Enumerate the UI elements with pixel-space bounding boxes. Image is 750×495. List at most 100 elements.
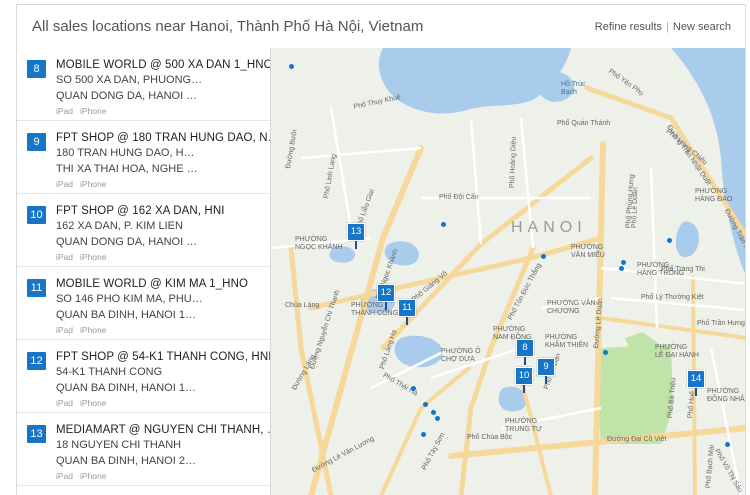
- ho-dong-da-lake: [394, 335, 443, 368]
- results-title: All sales locations near Hanoi, Thành Ph…: [32, 18, 424, 35]
- result-number-badge: 11: [27, 279, 46, 297]
- store-address-line1: 180 TRAN HUNG DAO, H…: [56, 147, 195, 159]
- map-label-pho-tran-hung-dao: Phố Trần Hưng Đạo: [697, 320, 745, 327]
- map-label-pho-trang-thi: Phố Tràng Thi: [661, 266, 705, 273]
- result-item-11[interactable]: 11 MOBILE WORLD @ KIM MA 1_HNO SO 146 PH…: [17, 267, 270, 340]
- device-iphone: iPhone: [80, 325, 107, 335]
- device-iphone: iPhone: [80, 471, 107, 481]
- map-dot-icon[interactable]: [441, 222, 446, 227]
- results-list[interactable]: 8 MOBILE WORLD @ 500 XA DAN 1_HNO SO 500…: [17, 48, 271, 495]
- map-pin-icon[interactable]: 8: [516, 339, 534, 365]
- store-address-line1: SO 146 PHO KIM MA, PHU…: [56, 293, 203, 305]
- store-address-line1: 18 NGUYEN CHI THANH: [56, 439, 182, 451]
- result-item-13[interactable]: 13 MEDIAMART @ NGUYEN CHI THANH, … 18 NG…: [17, 413, 270, 486]
- device-iphone: iPhone: [80, 106, 107, 116]
- device-iphone: iPhone: [80, 398, 107, 408]
- store-address-line2: QUAN BA DINH, HANOI 1…: [56, 309, 196, 321]
- map-dot-icon[interactable]: [619, 266, 624, 271]
- new-search-link[interactable]: New search: [673, 21, 731, 33]
- hoan-kiem-lake: [675, 221, 699, 258]
- map-dot-icon[interactable]: [621, 260, 626, 265]
- device-ipad: iPad: [56, 252, 74, 262]
- store-address-line2: THI XA THAI HOA, NGHE …: [56, 163, 198, 175]
- map-label-phuong-le-dai-hanh: PHƯỜNG LÊ ĐẠI HÀNH: [655, 344, 699, 359]
- result-item-10[interactable]: 10 FPT SHOP @ 162 XA DAN, HNI 162 XA DAN…: [17, 194, 270, 267]
- device-ipad: iPad: [56, 325, 74, 335]
- result-item-8[interactable]: 8 MOBILE WORLD @ 500 XA DAN 1_HNO SO 500…: [17, 48, 270, 121]
- map-dot-icon[interactable]: [423, 402, 428, 407]
- store-name[interactable]: MOBILE WORLD @ 500 XA DAN 1_HNO: [56, 58, 270, 72]
- map-pin-icon[interactable]: 13: [347, 223, 365, 249]
- map-dot-icon[interactable]: [667, 238, 672, 243]
- store-name[interactable]: FPT SHOP @ 54-K1 THANH CONG, HNI: [56, 350, 270, 364]
- map-dot-icon[interactable]: [603, 350, 608, 355]
- map-pin-icon[interactable]: 14: [687, 370, 705, 396]
- map-label-phuong-hang-dao: PHƯỜNG HÀNG ĐÀO: [695, 188, 733, 203]
- header-links: Refine results | New search: [595, 21, 731, 33]
- map-dot-icon[interactable]: [431, 410, 436, 415]
- map-pin-icon[interactable]: 10: [515, 367, 533, 393]
- store-name[interactable]: FPT SHOP @ 180 TRAN HUNG DAO, N…: [56, 131, 270, 145]
- store-name[interactable]: MOBILE WORLD @ KIM MA 1_HNO: [56, 277, 270, 291]
- map-label-phuong-van-chuong: PHƯỜNG VĂN CHƯƠNG: [547, 300, 596, 315]
- road-lang: [288, 245, 334, 495]
- map-label-chua-lang: Chùa Láng: [285, 302, 320, 309]
- map-label-pho-le-duan: Phố Lê Duẩn: [631, 187, 640, 229]
- device-ipad: iPad: [56, 106, 74, 116]
- store-locator-panel: All sales locations near Hanoi, Thành Ph…: [16, 4, 746, 495]
- device-list: iPad iPhone: [56, 179, 270, 189]
- map-pin-icon[interactable]: 9: [537, 358, 555, 384]
- store-address-line2: QUAN DONG DA, HANOI …: [56, 236, 198, 248]
- device-iphone: iPhone: [80, 179, 107, 189]
- result-item-12[interactable]: 12 FPT SHOP @ 54-K1 THANH CONG, HNI 54-K…: [17, 340, 270, 413]
- store-name[interactable]: FPT SHOP @ 162 XA DAN, HNI: [56, 204, 270, 218]
- device-ipad: iPad: [56, 471, 74, 481]
- map-label-pho-quan-thanh: Phố Quán Thánh: [557, 120, 611, 127]
- result-number-badge: 10: [27, 206, 46, 224]
- device-list: iPad iPhone: [56, 252, 270, 262]
- map-dot-icon[interactable]: [725, 442, 730, 447]
- road-xa-dan: [519, 376, 553, 495]
- map-dot-icon[interactable]: [421, 432, 426, 437]
- store-address-line1: 162 XA DAN, P. KIM LIEN: [56, 220, 183, 232]
- map-label-phuong-o-cho-dua: PHƯỜNG Ô CHỢ DỪA: [441, 348, 481, 363]
- link-separator: |: [666, 21, 669, 33]
- store-name[interactable]: MEDIAMART @ NGUYEN CHI THANH, …: [56, 423, 270, 437]
- store-address-line1: 54-K1 THANH CONG: [56, 366, 163, 378]
- map-label-phuong-ngoc-khanh: PHƯỜNG NGỌC KHÁNH: [295, 236, 343, 251]
- result-number-badge: 13: [27, 425, 46, 443]
- store-address-line2: QUAN BA DINH, HANOI 2…: [56, 455, 196, 467]
- device-list: iPad iPhone: [56, 106, 270, 116]
- store-address-line2: QUAN DONG DA, HANOI …: [56, 90, 198, 102]
- map-label-phuong-kham-thien: PHƯỜNG KHÂM THIÊN: [545, 334, 589, 349]
- device-ipad: iPad: [56, 398, 74, 408]
- map-dot-icon[interactable]: [541, 254, 546, 259]
- map-dot-icon[interactable]: [435, 416, 440, 421]
- map-label-phuong-dong-nhan: PHƯỜNG ĐỒNG NHÂN: [707, 388, 745, 403]
- map-label-pho-doi-can: Phố Đội Cấn: [439, 194, 479, 201]
- map-dot-icon[interactable]: [411, 386, 416, 391]
- map-dot-icon[interactable]: [289, 64, 294, 69]
- map-pin-icon[interactable]: 11: [398, 299, 416, 325]
- refine-results-link[interactable]: Refine results: [595, 21, 662, 33]
- result-item-9[interactable]: 9 FPT SHOP @ 180 TRAN HUNG DAO, N… 180 T…: [17, 121, 270, 194]
- device-iphone: iPhone: [80, 252, 107, 262]
- map-label-duong-dai-co-viet: Đường Đại Cồ Việt: [607, 436, 667, 443]
- map-label-pho-chua-boc: Phố Chùa Bộc: [467, 434, 513, 441]
- result-number-badge: 9: [27, 133, 46, 151]
- map-pin-icon[interactable]: 12: [377, 284, 395, 310]
- road-minor-3: [300, 146, 422, 160]
- road-minor-1: [469, 119, 483, 245]
- device-ipad: iPad: [56, 179, 74, 189]
- results-header: All sales locations near Hanoi, Thành Ph…: [17, 5, 745, 49]
- map-label-ho-truc-bach: Hồ Trúc Bạch: [561, 81, 586, 96]
- map-label-phuong-van-mieu: PHƯỜNG VĂN MIẾU: [571, 244, 605, 259]
- device-list: iPad iPhone: [56, 471, 270, 481]
- store-address-line1: SO 500 XA DAN, PHUONG…: [56, 74, 203, 86]
- result-number-badge: 8: [27, 60, 46, 78]
- store-address-line2: QUAN BA DINH, HANOI 1…: [56, 382, 196, 394]
- road-minor-9: [649, 167, 659, 329]
- device-list: iPad iPhone: [56, 398, 270, 408]
- map-label-phuong-thanh-cong: PHƯỜNG THÀNH CÔNG: [351, 302, 399, 317]
- map-view[interactable]: HANOI Hồ Trúc Bạch Phố Quán Thánh Phố Độ…: [271, 48, 745, 495]
